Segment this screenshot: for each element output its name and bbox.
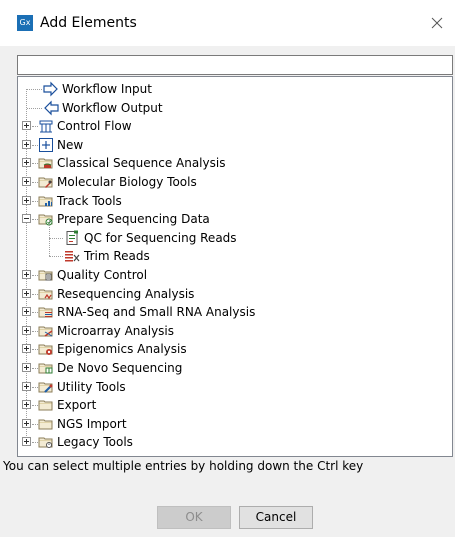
expand-icon[interactable] (22, 400, 31, 409)
expand-icon[interactable] (22, 344, 31, 353)
export-folder-icon (38, 397, 54, 413)
tree-connector-line (27, 108, 42, 109)
tree-item-new[interactable]: New (18, 136, 452, 154)
cancel-button[interactable]: Cancel (239, 506, 313, 529)
tree-item-track-tools[interactable]: Track Tools (18, 192, 452, 210)
tree-item-label: Track Tools (57, 194, 122, 208)
close-button[interactable] (424, 10, 450, 36)
classical-sequence-folder-icon (38, 155, 54, 171)
tree-connector-line (27, 89, 42, 90)
microarray-folder-icon (38, 323, 54, 339)
expand-icon[interactable] (22, 437, 31, 446)
tree-item-label: RNA-Seq and Small RNA Analysis (57, 305, 256, 319)
tree-item-label: Export (57, 398, 97, 412)
control-flow-icon (38, 118, 54, 134)
tree-connector-line (49, 238, 50, 256)
expand-icon[interactable] (22, 121, 31, 130)
tree-connector-line (49, 220, 50, 238)
tree-item-label: Utility Tools (57, 380, 126, 394)
tree-item-legacy-tools[interactable]: Legacy Tools (18, 433, 452, 451)
quality-control-folder-icon (38, 267, 54, 283)
elements-tree[interactable]: Workflow Input Workflow Output Control Flo… (17, 76, 453, 457)
tree-item-label: Trim Reads (84, 249, 150, 263)
tree-item-label: QC for Sequencing Reads (84, 231, 237, 245)
qc-report-icon (64, 230, 80, 246)
tree-item-prepare-sequencing-data[interactable]: Prepare Sequencing Data (18, 210, 452, 228)
expand-icon[interactable] (22, 363, 31, 372)
tree-item-utility-tools[interactable]: Utility Tools (18, 378, 452, 396)
tree-item-label: De Novo Sequencing (57, 361, 183, 375)
expand-icon[interactable] (22, 419, 31, 428)
tree-item-label: Classical Sequence Analysis (57, 156, 226, 170)
ok-button[interactable]: OK (157, 506, 231, 529)
title-bar: Gx Add Elements (0, 0, 455, 46)
expand-icon[interactable] (22, 140, 31, 149)
tree-item-workflow-input[interactable]: Workflow Input (18, 80, 452, 98)
molecular-biology-folder-icon (38, 174, 54, 190)
track-tools-folder-icon (38, 193, 54, 209)
tree-item-label: Workflow Output (62, 101, 163, 115)
trim-reads-icon (64, 248, 80, 264)
tree-item-rna-seq-and-small-rna-analysis[interactable]: RNA-Seq and Small RNA Analysis (18, 303, 452, 321)
prepare-sequencing-folder-icon (38, 211, 54, 227)
tree-item-control-flow[interactable]: Control Flow (18, 117, 452, 135)
collapse-icon[interactable] (22, 214, 31, 223)
tree-item-classical-sequence-analysis[interactable]: Classical Sequence Analysis (18, 154, 452, 172)
workflow-output-icon (43, 100, 59, 116)
tree-item-label: New (57, 138, 84, 152)
search-input[interactable] (17, 55, 453, 75)
workflow-input-icon (43, 81, 59, 97)
tree-item-label: NGS Import (57, 417, 127, 431)
dialog-title: Add Elements (40, 15, 137, 31)
expand-icon[interactable] (22, 382, 31, 391)
tree-item-epigenomics-analysis[interactable]: Epigenomics Analysis (18, 340, 452, 358)
tree-item-molecular-biology-tools[interactable]: Molecular Biology Tools (18, 173, 452, 191)
new-icon (38, 137, 54, 153)
tree-connector-line (49, 256, 63, 257)
legacy-tools-folder-icon (38, 434, 54, 450)
tree-item-label: Molecular Biology Tools (57, 175, 197, 189)
expand-icon[interactable] (22, 158, 31, 167)
expand-icon[interactable] (22, 196, 31, 205)
tree-item-label: Microarray Analysis (57, 324, 175, 338)
de-novo-folder-icon (38, 360, 54, 376)
multi-select-hint: You can select multiple entries by holdi… (3, 459, 364, 473)
tree-item-quality-control[interactable]: Quality Control (18, 266, 452, 284)
tree-item-label: Prepare Sequencing Data (57, 212, 210, 226)
expand-icon[interactable] (22, 177, 31, 186)
tree-item-qc-for-sequencing-reads[interactable]: QC for Sequencing Reads (18, 220, 452, 247)
tree-item-trim-reads[interactable]: Trim Reads (18, 238, 452, 265)
tree-item-export[interactable]: Export (18, 396, 452, 414)
rna-seq-folder-icon (38, 304, 54, 320)
tree-item-ngs-import[interactable]: NGS Import (18, 415, 452, 433)
tree-item-microarray-analysis[interactable]: Microarray Analysis (18, 322, 452, 340)
expand-icon[interactable] (22, 270, 31, 279)
tree-item-label: Workflow Input (62, 82, 152, 96)
tree-item-workflow-output[interactable]: Workflow Output (18, 99, 452, 117)
tree-item-label: Resequencing Analysis (57, 287, 195, 301)
close-icon (431, 17, 443, 29)
expand-icon[interactable] (22, 289, 31, 298)
expand-icon[interactable] (22, 307, 31, 316)
utility-tools-folder-icon (38, 379, 54, 395)
tree-item-de-novo-sequencing[interactable]: De Novo Sequencing (18, 359, 452, 377)
resequencing-folder-icon (38, 286, 54, 302)
ngs-import-folder-icon (38, 416, 54, 432)
tree-item-label: Epigenomics Analysis (57, 342, 187, 356)
tree-item-label: Quality Control (57, 268, 148, 282)
expand-icon[interactable] (22, 326, 31, 335)
tree-item-label: Control Flow (57, 119, 132, 133)
tree-item-label: Legacy Tools (57, 435, 133, 449)
epigenomics-folder-icon (38, 341, 54, 357)
app-logo-icon: Gx (17, 15, 33, 31)
tree-item-resequencing-analysis[interactable]: Resequencing Analysis (18, 285, 452, 303)
tree-connector-line (49, 238, 63, 239)
